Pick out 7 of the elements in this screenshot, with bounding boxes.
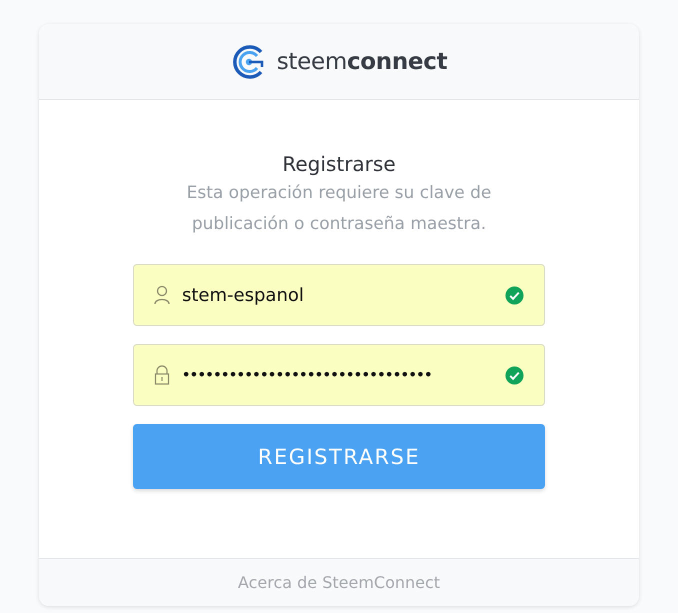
form-title: Registrarse — [282, 152, 396, 176]
lock-icon — [154, 365, 170, 385]
brand-name: steemconnect — [276, 48, 448, 74]
username-field[interactable]: stem-espanol — [133, 264, 545, 326]
user-icon — [154, 285, 170, 305]
password-field[interactable]: •••••••••••••••••••••••••••••••• — [133, 344, 545, 406]
form-description: Esta operación requiere su clave de publicación o contraseña maestra. — [186, 182, 492, 236]
